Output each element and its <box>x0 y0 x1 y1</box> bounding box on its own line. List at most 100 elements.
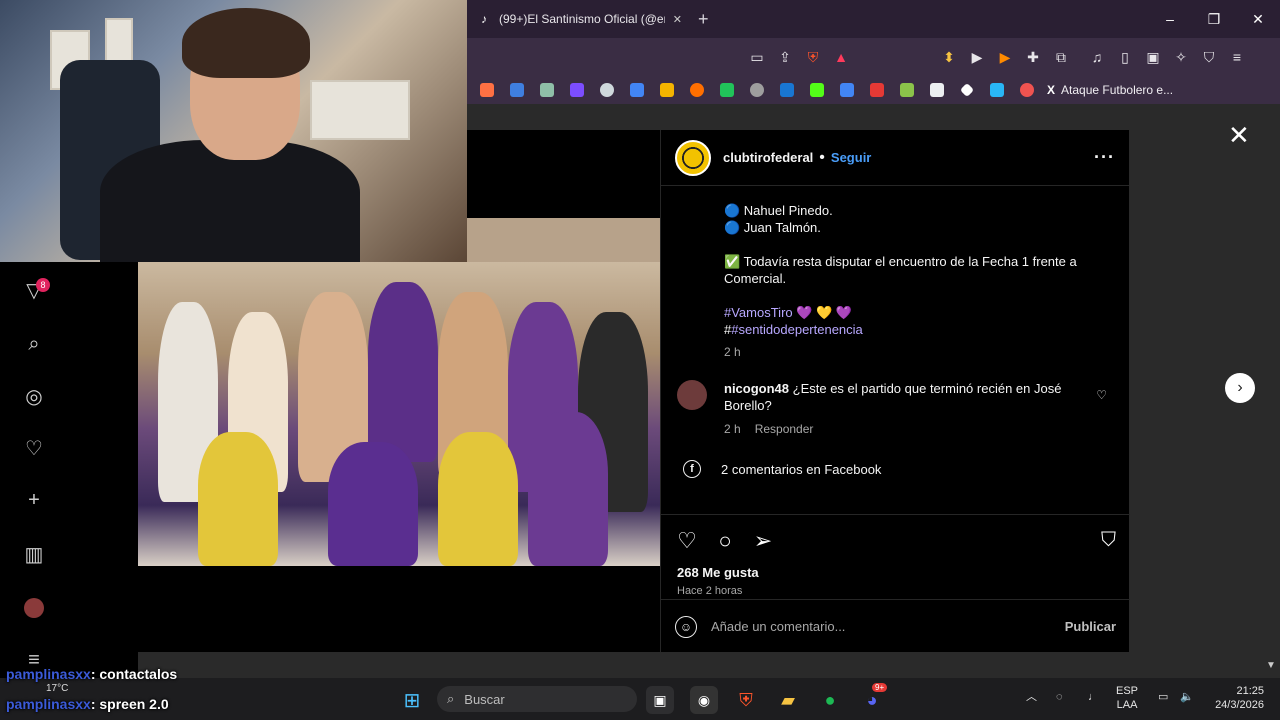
bookmark-ataque-futbolero[interactable]: X Ataque Futbolero e... <box>1043 83 1173 97</box>
caption-line: 🔵 Juan Talmón. <box>724 220 821 235</box>
cast-icon[interactable]: ▭ <box>743 43 771 71</box>
tiktok-icon: ♪ <box>481 12 487 26</box>
leo-ai-icon[interactable]: ✧ <box>1167 43 1195 71</box>
microphone-icon[interactable]: ♩ <box>1088 690 1099 704</box>
create-icon[interactable]: + <box>22 488 46 512</box>
clock-time: 21:25 <box>1236 685 1264 697</box>
chat-username: pamplinasxx <box>6 696 91 712</box>
bookmark-icon[interactable] <box>893 79 921 101</box>
comment-input[interactable] <box>711 619 1031 634</box>
hashtag-link[interactable]: #VamosTiro <box>724 305 793 320</box>
screenshot-icon[interactable]: ⧉ <box>1047 43 1075 71</box>
clock[interactable]: 21:25 24/3/2026 <box>1206 684 1264 712</box>
club-avatar[interactable] <box>675 139 711 176</box>
weather-temperature[interactable]: 17°C <box>46 683 68 694</box>
facebook-comments-row[interactable]: f 2 comentarios en Facebook <box>683 460 881 478</box>
comment-icon[interactable]: ○ <box>713 528 737 553</box>
bookmark-icon[interactable] <box>593 79 621 101</box>
post-header: clubtirofederal • Seguir ··· <box>661 130 1129 186</box>
facebook-comments-label[interactable]: 2 comentarios en Facebook <box>721 462 881 477</box>
search-icon[interactable]: ⌕ <box>22 332 46 356</box>
hashtag-emoji: 💜 💛 💜 <box>796 305 853 320</box>
wallet-icon[interactable]: ▣ <box>1139 43 1167 71</box>
volume-icon[interactable]: 🔈 <box>1180 690 1194 704</box>
share-icon[interactable]: ➢ <box>751 528 775 553</box>
hashtag-link[interactable]: #sentidodepertenencia <box>731 322 863 337</box>
like-icon[interactable]: ♡ <box>675 528 699 553</box>
bookmark-icon[interactable] <box>863 79 891 101</box>
bookmark-icon[interactable] <box>473 79 501 101</box>
bookmark-icon[interactable] <box>803 79 831 101</box>
bookmark-icon[interactable] <box>533 79 561 101</box>
bookmark-icon[interactable] <box>983 79 1011 101</box>
scroll-down-arrow[interactable]: ▼ <box>1266 660 1276 671</box>
maximize-icon[interactable]: ❐ <box>1192 0 1236 38</box>
tray-chevron-icon[interactable]: ︿ <box>1026 690 1037 704</box>
post-caption: 🔵 Nahuel Pinedo. 🔵 Juan Talmón. ✅ Todaví… <box>724 202 1104 361</box>
more-options-icon[interactable]: ··· <box>1094 147 1115 168</box>
post-username[interactable]: clubtirofederal <box>723 150 813 165</box>
browser-tabbar: ♪ (99+)El Santinismo Oficial (@erikaclip… <box>467 0 1280 38</box>
streamer-hair <box>182 8 310 78</box>
sidebar-icon[interactable]: ▯ <box>1111 43 1139 71</box>
save-icon[interactable]: ⛉ <box>1101 529 1116 552</box>
follow-button[interactable]: Seguir <box>831 150 871 165</box>
tab-close-icon[interactable]: ✕ <box>673 13 682 26</box>
spotify-icon[interactable]: ● <box>816 686 844 714</box>
bookmark-icon[interactable] <box>683 79 711 101</box>
likes-count[interactable]: 268 Me gusta <box>677 565 759 580</box>
bookmark-icon[interactable] <box>953 79 981 101</box>
new-tab-button[interactable]: + <box>698 9 709 30</box>
browser-toolbar: ▭ ⇪ ⛨ ▲ ⬍ ▶ ▶ ✚ ⧉ ♫ ▯ ▣ ✧ ⛉ ≡ <box>467 38 1280 76</box>
close-icon[interactable]: ✕ <box>1228 120 1250 151</box>
chat-message: pamplinasxx: contactalos <box>6 666 177 682</box>
post-photo-team[interactable] <box>138 262 660 566</box>
commenter-avatar[interactable] <box>677 380 707 410</box>
minimize-icon[interactable]: – <box>1148 0 1192 38</box>
bookmark-icon[interactable] <box>713 79 741 101</box>
post-media-bottom <box>138 566 660 652</box>
brave-rewards-icon[interactable]: ▲ <box>827 43 855 71</box>
bookmark-icon[interactable] <box>1013 79 1041 101</box>
publish-button[interactable]: Publicar <box>1065 619 1116 634</box>
music-icon[interactable]: ♫ <box>1083 43 1111 71</box>
bookmark-icon[interactable] <box>833 79 861 101</box>
share-page-icon[interactable]: ⇪ <box>771 43 799 71</box>
profile-avatar-icon[interactable] <box>22 596 46 620</box>
taskbar-search[interactable]: ⌕ Buscar <box>437 686 637 712</box>
commenter-username[interactable]: nicogon48 <box>724 381 789 396</box>
media-ext-icon[interactable]: ▶ <box>991 43 1019 71</box>
file-explorer-icon[interactable]: ▰ <box>774 686 802 714</box>
bookmark-icon[interactable] <box>503 79 531 101</box>
vpn-icon[interactable]: ⛉ <box>1195 43 1223 71</box>
browser-tab[interactable]: ♪ (99+)El Santinismo Oficial (@erikaclip… <box>467 0 692 38</box>
network-icon[interactable]: ◌ <box>1056 690 1063 704</box>
play-ext-icon[interactable]: ▶ <box>963 43 991 71</box>
next-post-chevron-icon[interactable]: › <box>1225 373 1255 403</box>
display-icon[interactable]: ▭ <box>1158 690 1168 704</box>
extensions-icon[interactable]: ✚ <box>1019 43 1047 71</box>
language-indicator[interactable]: ESP LAA <box>1116 684 1138 712</box>
task-view-icon[interactable]: ▣ <box>646 686 674 714</box>
bookmark-icon[interactable] <box>923 79 951 101</box>
bookmark-icon[interactable] <box>623 79 651 101</box>
windows-start-icon[interactable]: ⊞ <box>398 686 426 714</box>
dashboard-icon[interactable]: ▥ <box>22 542 46 566</box>
caption-time[interactable]: 2 h <box>724 344 1104 361</box>
emoji-icon[interactable]: ☺ <box>675 615 697 638</box>
brave-browser-icon[interactable]: ⛨ <box>732 686 760 714</box>
download-ext-icon[interactable]: ⬍ <box>935 43 963 71</box>
browser-menu-icon[interactable]: ≡ <box>1223 43 1251 71</box>
brave-shield-icon[interactable]: ⛨ <box>799 43 827 71</box>
bookmark-icon[interactable] <box>773 79 801 101</box>
bookmark-icon[interactable] <box>743 79 771 101</box>
obs-icon[interactable]: ◉ <box>690 686 718 714</box>
heart-icon[interactable]: ♡ <box>22 436 46 460</box>
explore-icon[interactable]: ◎ <box>22 384 46 408</box>
bookmark-icon[interactable] <box>563 79 591 101</box>
reply-button[interactable]: Responder <box>755 422 814 436</box>
bookmark-icon[interactable] <box>653 79 681 101</box>
comment-like-icon[interactable]: ♡ <box>1096 388 1107 402</box>
chat-text: : contactalos <box>90 666 178 682</box>
close-window-icon[interactable]: ✕ <box>1236 0 1280 38</box>
